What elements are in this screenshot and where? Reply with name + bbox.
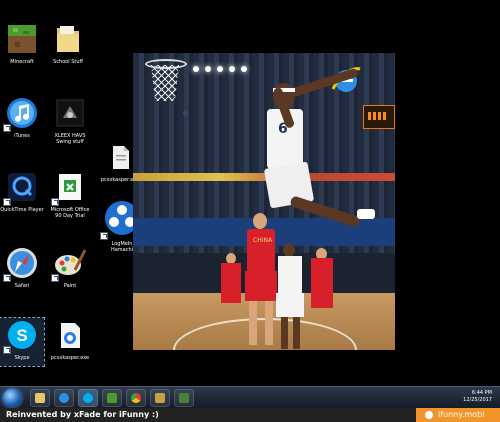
- system-clock[interactable]: 6:44 PM 12/25/2017: [463, 390, 492, 404]
- player-red-background: [221, 253, 241, 323]
- shortcut-arrow-icon: [3, 198, 11, 206]
- taskbar-chrome-button[interactable]: [126, 389, 146, 407]
- icon-label: Microsoft Office 90 Day Trial: [50, 207, 90, 219]
- generic-file-icon: [53, 318, 87, 352]
- desktop-icon-app[interactable]: XLEEX HAVS Swing stuff: [48, 96, 92, 145]
- watermark-banner: Reinvented by xFade for iFunny :) ifunny…: [0, 408, 500, 422]
- icon-label: Paint: [63, 283, 77, 289]
- svg-text:S: S: [16, 326, 27, 345]
- icon-label: Minecraft: [10, 59, 34, 65]
- icon-label: School Stuff: [53, 59, 83, 65]
- chrome-icon: [131, 393, 141, 403]
- quicktime-icon: [3, 170, 39, 206]
- ifunny-badge: ifunny.mobi: [416, 408, 500, 422]
- icon-label: XLEEX HAVS Swing stuff: [54, 133, 86, 145]
- minecraft-icon: [107, 393, 117, 403]
- taskbar-minecraft-button[interactable]: [102, 389, 122, 407]
- desktop-icon-safari[interactable]: Safari: [0, 246, 44, 289]
- images-icon: [179, 393, 189, 403]
- basketball-hoop-icon[interactable]: [145, 55, 187, 105]
- clock-date: 12/25/2017: [463, 397, 492, 403]
- skype-icon: [83, 393, 93, 403]
- taskbar-skype-button[interactable]: [78, 389, 98, 407]
- desktop-icon-minecraft[interactable]: Minecraft: [0, 22, 44, 65]
- desktop-icon-generic-file[interactable]: pcsxkasper.exe: [48, 318, 92, 361]
- app-icon: [53, 96, 87, 130]
- icon-label: Skype: [14, 355, 30, 361]
- shortcut-arrow-icon: [3, 346, 11, 354]
- wallpaper-photo: CHINA 6: [133, 53, 395, 350]
- icon-label: pcsxkasper.exe: [50, 355, 90, 361]
- paint-icon: [51, 246, 87, 282]
- desktop-icon-skype[interactable]: S Skype: [0, 317, 45, 367]
- folder-icon: [155, 393, 165, 403]
- folder-icon: [35, 393, 45, 403]
- taskbar-ie-button[interactable]: [54, 389, 74, 407]
- taskbar-folder-button[interactable]: [150, 389, 170, 407]
- taskbar-explorer-button[interactable]: [30, 389, 50, 407]
- desktop[interactable]: Minecraft School Stuff iTunes XLEEX HAVS…: [0, 0, 500, 386]
- start-button[interactable]: [3, 389, 21, 407]
- desktop-icon-paint[interactable]: Paint: [48, 246, 92, 289]
- shortcut-arrow-icon: [3, 274, 11, 282]
- icon-label: Safari: [14, 283, 30, 289]
- shortcut-arrow-icon: [3, 124, 11, 132]
- shortcut-arrow-icon: [51, 198, 59, 206]
- dunking-player: 6: [261, 67, 375, 283]
- desktop-icon-quicktime[interactable]: QuickTime Player: [0, 170, 44, 213]
- taskbar-images-button[interactable]: [174, 389, 194, 407]
- skype-icon: S: [3, 318, 39, 354]
- icon-label: iTunes: [14, 133, 30, 139]
- arena-lights: [193, 57, 283, 72]
- ifunny-url: ifunny.mobi: [438, 410, 485, 419]
- shortcut-arrow-icon: [100, 232, 108, 240]
- icon-label: QuickTime Player: [0, 207, 44, 213]
- document-icon: [103, 140, 137, 174]
- desktop-icon-office[interactable]: Microsoft Office 90 Day Trial: [48, 170, 92, 219]
- desktop-icon-itunes[interactable]: iTunes: [0, 96, 44, 139]
- folder-icon: [51, 22, 85, 56]
- itunes-icon: [3, 96, 39, 132]
- taskbar: 6:44 PM 12/25/2017: [0, 386, 500, 409]
- shortcut-arrow-icon: [51, 274, 59, 282]
- clock-time: 6:44 PM: [471, 390, 492, 396]
- desktop-icon-school-stuff[interactable]: School Stuff: [46, 22, 90, 65]
- office-icon: [51, 170, 87, 206]
- minecraft-icon: [5, 22, 39, 56]
- safari-icon: [3, 246, 39, 282]
- banner-credit: Reinvented by xFade for iFunny :): [6, 410, 159, 419]
- ifunny-logo-icon: [425, 411, 433, 419]
- ie-icon: [59, 393, 69, 403]
